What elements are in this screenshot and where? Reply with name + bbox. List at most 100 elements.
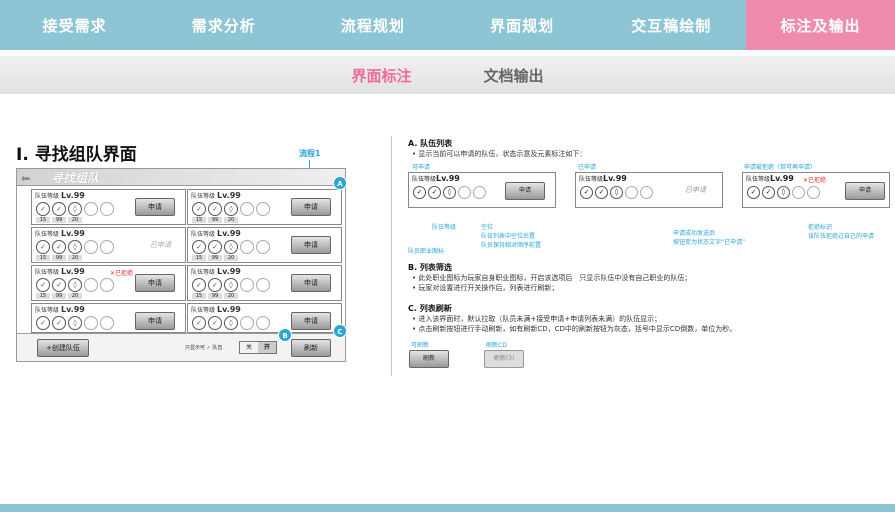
mock-footer: +创建队伍 只显示可 ✓ 队伍 关 开 刷新	[17, 333, 345, 361]
bottom-bar	[0, 504, 895, 512]
shield-icon: ◊	[68, 316, 82, 330]
section-a-bullet: • 显示当前可以申请的队伍，状态示意及元素标注如下：	[412, 150, 587, 158]
subnav-doc-output[interactable]: 文档输出	[484, 65, 544, 86]
nav-tab-flow[interactable]: 流程规划	[298, 0, 447, 50]
top-nav: 接受需求 需求分析 流程规划 界面规划 交互稿绘制 标注及输出	[0, 0, 895, 50]
section-a-title: A. 队伍列表	[408, 139, 453, 148]
job-icon: ✓	[595, 186, 608, 199]
apply-button[interactable]: 申请	[291, 236, 331, 254]
sample-card-applied: 队伍等级Lv.99 ✓ ✓ ◊ 已申请	[575, 172, 723, 208]
flow-label: 流程1	[299, 149, 321, 158]
anno-vacancy-3: 队员保持相对顺序前置	[481, 242, 542, 249]
filter-toggle[interactable]: 关 开	[239, 341, 277, 354]
anno-reject: 拒绝标识	[808, 224, 833, 231]
empty-slot-icon	[473, 186, 486, 199]
apply-button[interactable]: 申请	[291, 312, 331, 330]
state-applied-label: 已申请	[578, 164, 597, 171]
anno-team-level: 队伍等级	[432, 224, 457, 231]
nav-tab-annotation-output[interactable]: 标注及输出	[745, 0, 895, 50]
job-icon: ✓	[208, 278, 222, 292]
section-divider	[391, 136, 392, 376]
sample-card-apply: 队伍等级Lv.99 ✓ ✓ ◊ 申请	[408, 172, 556, 208]
team-card: 队伍等级 Lv.99 ✓ ✓ ◊ 15 99 20 申请	[187, 227, 342, 263]
empty-slot-icon	[256, 240, 270, 254]
job-icon: ✓	[192, 202, 206, 216]
section-b-bullet-2: • 玩家对设置进行开关操作后，列表进行刷新；	[412, 284, 559, 292]
apply-button[interactable]: 申请	[135, 312, 175, 330]
subnav-ui-annotation[interactable]: 界面标注	[351, 65, 411, 86]
team-card: 队伍等级 Lv.99 ✓ ✓ ◊ 15 99 20 申请	[187, 189, 342, 225]
empty-slot-icon	[240, 278, 254, 292]
refresh-button[interactable]: 刷新	[291, 339, 331, 357]
job-icon: ✓	[192, 240, 206, 254]
empty-slot-icon	[792, 186, 805, 199]
mock-title: 寻找组队	[51, 171, 100, 185]
section-c-bullet-2: • 点击刷新按钮进行手动刷新，如有刷新CD，CD中的刷新按钮为灰态，括号中显示C…	[412, 325, 737, 333]
filter-label: 只显示可 ✓ 队伍	[185, 345, 223, 351]
shield-icon: ◊	[68, 202, 82, 216]
sample-refresh-button[interactable]: 刷新	[409, 350, 449, 368]
create-team-button[interactable]: +创建队伍	[37, 339, 89, 357]
anno-vacancy: 空位	[481, 224, 494, 231]
job-icon: ✓	[52, 316, 66, 330]
toggle-off[interactable]: 关	[240, 342, 258, 353]
shield-icon: ◊	[224, 278, 238, 292]
nav-tab-accept[interactable]: 接受需求	[0, 0, 149, 50]
shield-icon: ◊	[443, 186, 456, 199]
job-icon: ✓	[192, 278, 206, 292]
nav-tab-ui-plan[interactable]: 界面规划	[448, 0, 597, 50]
empty-slot-icon	[240, 202, 254, 216]
anno-vacancy-2: 队伍列表中空位后置	[481, 233, 536, 240]
nav-tab-wireframe[interactable]: 交互稿绘制	[597, 0, 746, 50]
rejected-badge: ✕已拒绝	[110, 270, 134, 277]
shield-icon: ◊	[777, 186, 790, 199]
job-icon: ✓	[192, 316, 206, 330]
rejected-badge: ✕已拒绝	[803, 177, 827, 184]
shield-icon: ◊	[68, 240, 82, 254]
apply-button[interactable]: 申请	[135, 274, 175, 292]
empty-slot-icon	[625, 186, 638, 199]
page-title: I. 寻找组队界面	[16, 145, 137, 165]
job-icon: ✓	[580, 186, 593, 199]
job-icon: ✓	[208, 202, 222, 216]
apply-button[interactable]: 申请	[291, 198, 331, 216]
job-icon: ✓	[208, 240, 222, 254]
anno-job-icon: 队员职业图标	[408, 248, 445, 255]
annotation-badge-a: A	[333, 176, 347, 190]
section-c-bullet-1: • 进入该界面时，默认拉取（队员未满+接受申请+申请列表未满）的队伍显示；	[412, 315, 662, 323]
empty-slot-icon	[100, 316, 114, 330]
empty-slot-icon	[84, 278, 98, 292]
apply-button[interactable]: 申请	[291, 274, 331, 292]
job-icon: ✓	[208, 316, 222, 330]
empty-slot-icon	[84, 202, 98, 216]
shield-icon: ◊	[224, 202, 238, 216]
empty-slot-icon	[256, 202, 270, 216]
state-rejected-label: 申请被拒绝（但可再申请）	[744, 164, 817, 171]
refresh-cd-label: 刷新CD	[486, 342, 507, 349]
sub-nav: 界面标注 文档输出	[0, 56, 895, 94]
empty-slot-icon	[100, 202, 114, 216]
back-arrow-icon[interactable]: ⬅	[21, 172, 30, 185]
job-icon: ✓	[52, 240, 66, 254]
nav-tab-analysis[interactable]: 需求分析	[149, 0, 298, 50]
toggle-on[interactable]: 开	[258, 342, 276, 353]
apply-button[interactable]: 申请	[135, 198, 175, 216]
job-icon: ✓	[36, 278, 50, 292]
mock-titlebar: ⬅ 寻找组队	[17, 169, 345, 186]
empty-slot-icon	[240, 240, 254, 254]
empty-slot-icon	[100, 240, 114, 254]
empty-slot-icon	[807, 186, 820, 199]
team-card: 队伍等级 Lv.99 ✓ ✓ ◊ 申请	[31, 303, 186, 333]
shield-icon: ◊	[224, 240, 238, 254]
team-card: 队伍等级 Lv.99 ✓ ✓ ◊ 15 99 20 申请	[187, 265, 342, 301]
job-icon: ✓	[52, 202, 66, 216]
empty-slot-icon	[256, 278, 270, 292]
apply-button[interactable]: 申请	[845, 182, 885, 200]
shield-icon: ◊	[224, 316, 238, 330]
job-icon: ✓	[52, 278, 66, 292]
empty-slot-icon	[240, 316, 254, 330]
shield-icon: ◊	[68, 278, 82, 292]
job-icon: ✓	[762, 186, 775, 199]
team-finder-mock: ⬅ 寻找组队 队伍等级 Lv.99 ✓ ✓ ◊ 15 99 20 申请 队伍等级 Lv.99…	[16, 168, 346, 362]
apply-button[interactable]: 申请	[505, 182, 545, 200]
